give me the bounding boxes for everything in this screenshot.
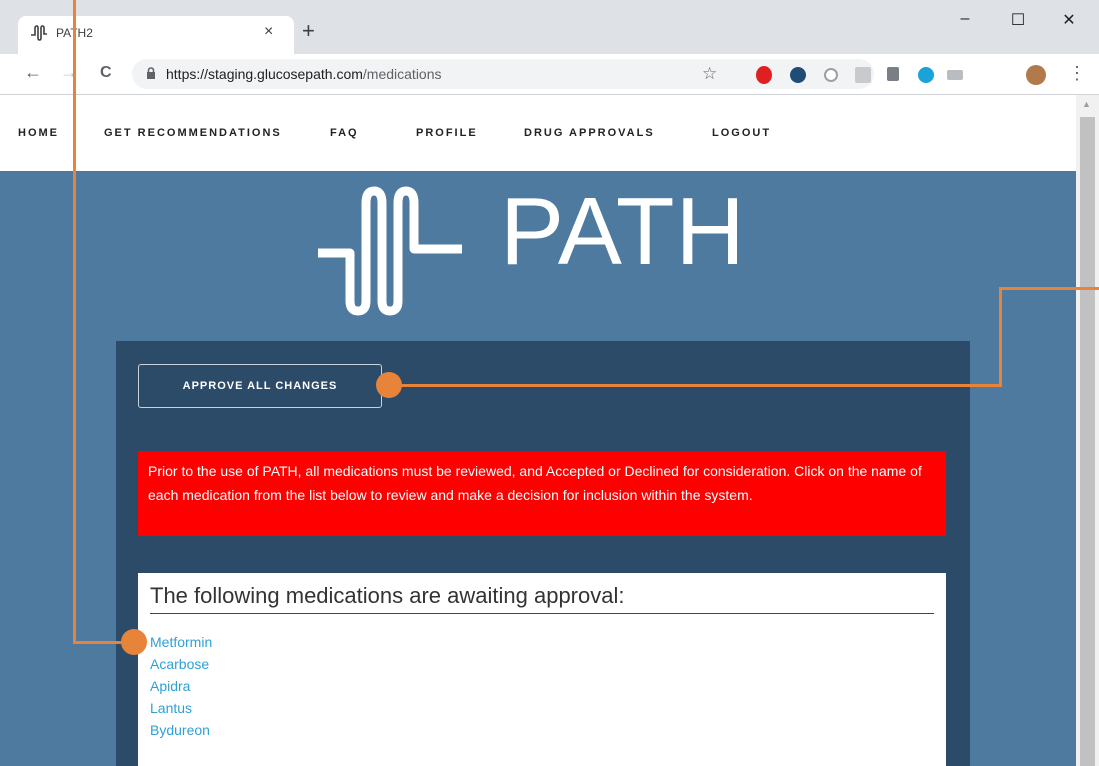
more-menu-icon[interactable]: ⋮ <box>1068 63 1086 84</box>
nav-profile[interactable]: PROFILE <box>416 127 478 139</box>
approve-all-changes-button[interactable]: APPROVE ALL CHANGES <box>138 364 382 408</box>
window-close-button[interactable]: ✕ <box>1054 10 1084 30</box>
tab-close-icon[interactable]: × <box>264 23 273 41</box>
browser-tab[interactable]: PATH2 × <box>18 16 294 54</box>
nav-home[interactable]: HOME <box>18 127 59 139</box>
medication-link-metformin[interactable]: Metformin <box>150 631 212 653</box>
opera-extension-icon[interactable] <box>756 66 772 84</box>
logo-text: PATH <box>500 178 746 285</box>
review-alert: Prior to the use of PATH, all medication… <box>138 451 946 536</box>
medication-list: Metformin Acarbose Apidra Lantus Bydureo… <box>150 631 212 741</box>
circle-extension-icon[interactable] <box>824 68 838 82</box>
url-path: /medications <box>362 66 442 82</box>
tab-strip: PATH2 × + – ☐ ✕ <box>0 0 1099 54</box>
path-logo-mark-icon <box>318 186 462 316</box>
back-button[interactable]: ← <box>24 62 42 83</box>
lock-icon <box>147 67 155 79</box>
path-favicon-icon <box>31 25 47 41</box>
g-extension-icon[interactable] <box>855 67 871 83</box>
medications-heading: The following medications are awaiting a… <box>150 583 934 614</box>
eye-extension-icon[interactable] <box>918 67 934 83</box>
annotation-line-right-vertical <box>999 287 1002 387</box>
scroll-thumb[interactable] <box>1080 117 1095 766</box>
blue-extension-icon[interactable] <box>790 67 806 83</box>
nav-faq[interactable]: FAQ <box>330 127 359 139</box>
url-host: https://staging.glucosepath.com <box>166 66 363 82</box>
scroll-up-icon[interactable]: ▲ <box>1082 99 1091 109</box>
annotation-line-right-horizontal <box>392 384 1002 387</box>
medication-link-apidra[interactable]: Apidra <box>150 675 212 697</box>
minimize-button[interactable]: – <box>950 10 980 28</box>
reload-button[interactable]: C <box>100 64 112 82</box>
url-text: https://staging.glucosepath.com/medicati… <box>166 66 442 82</box>
pin-extension-icon[interactable] <box>887 67 899 81</box>
bookmark-star-icon[interactable]: ☆ <box>702 64 717 84</box>
annotation-line-right-top <box>999 287 1099 290</box>
medication-link-bydureon[interactable]: Bydureon <box>150 719 212 741</box>
nav-get-recommendations[interactable]: GET RECOMMENDATIONS <box>104 127 282 139</box>
scrollbar[interactable]: ▲ <box>1076 95 1099 766</box>
medications-box: The following medications are awaiting a… <box>138 573 946 766</box>
medication-link-acarbose[interactable]: Acarbose <box>150 653 212 675</box>
site-nav: HOME GET RECOMMENDATIONS FAQ PROFILE DRU… <box>0 95 1076 171</box>
annotation-dot-metformin <box>121 629 147 655</box>
path-logo: PATH <box>312 178 772 323</box>
approval-panel: APPROVE ALL CHANGES Prior to the use of … <box>116 341 970 766</box>
medication-link-lantus[interactable]: Lantus <box>150 697 212 719</box>
nav-drug-approvals[interactable]: DRUG APPROVALS <box>524 127 655 139</box>
nav-logout[interactable]: LOGOUT <box>712 127 771 139</box>
browser-toolbar: ← → C https://staging.glucosepath.com/me… <box>0 54 1099 95</box>
avatar[interactable] <box>1026 65 1046 85</box>
cloud-extension-icon[interactable] <box>947 70 963 80</box>
maximize-button[interactable]: ☐ <box>1003 10 1033 30</box>
annotation-line-left-vertical <box>73 0 76 644</box>
new-tab-button[interactable]: + <box>302 20 315 42</box>
browser-window: PATH2 × + – ☐ ✕ ← → C https://staging.gl… <box>0 0 1099 766</box>
annotation-dot-approve <box>376 372 402 398</box>
page-viewport: HOME GET RECOMMENDATIONS FAQ PROFILE DRU… <box>0 95 1076 766</box>
